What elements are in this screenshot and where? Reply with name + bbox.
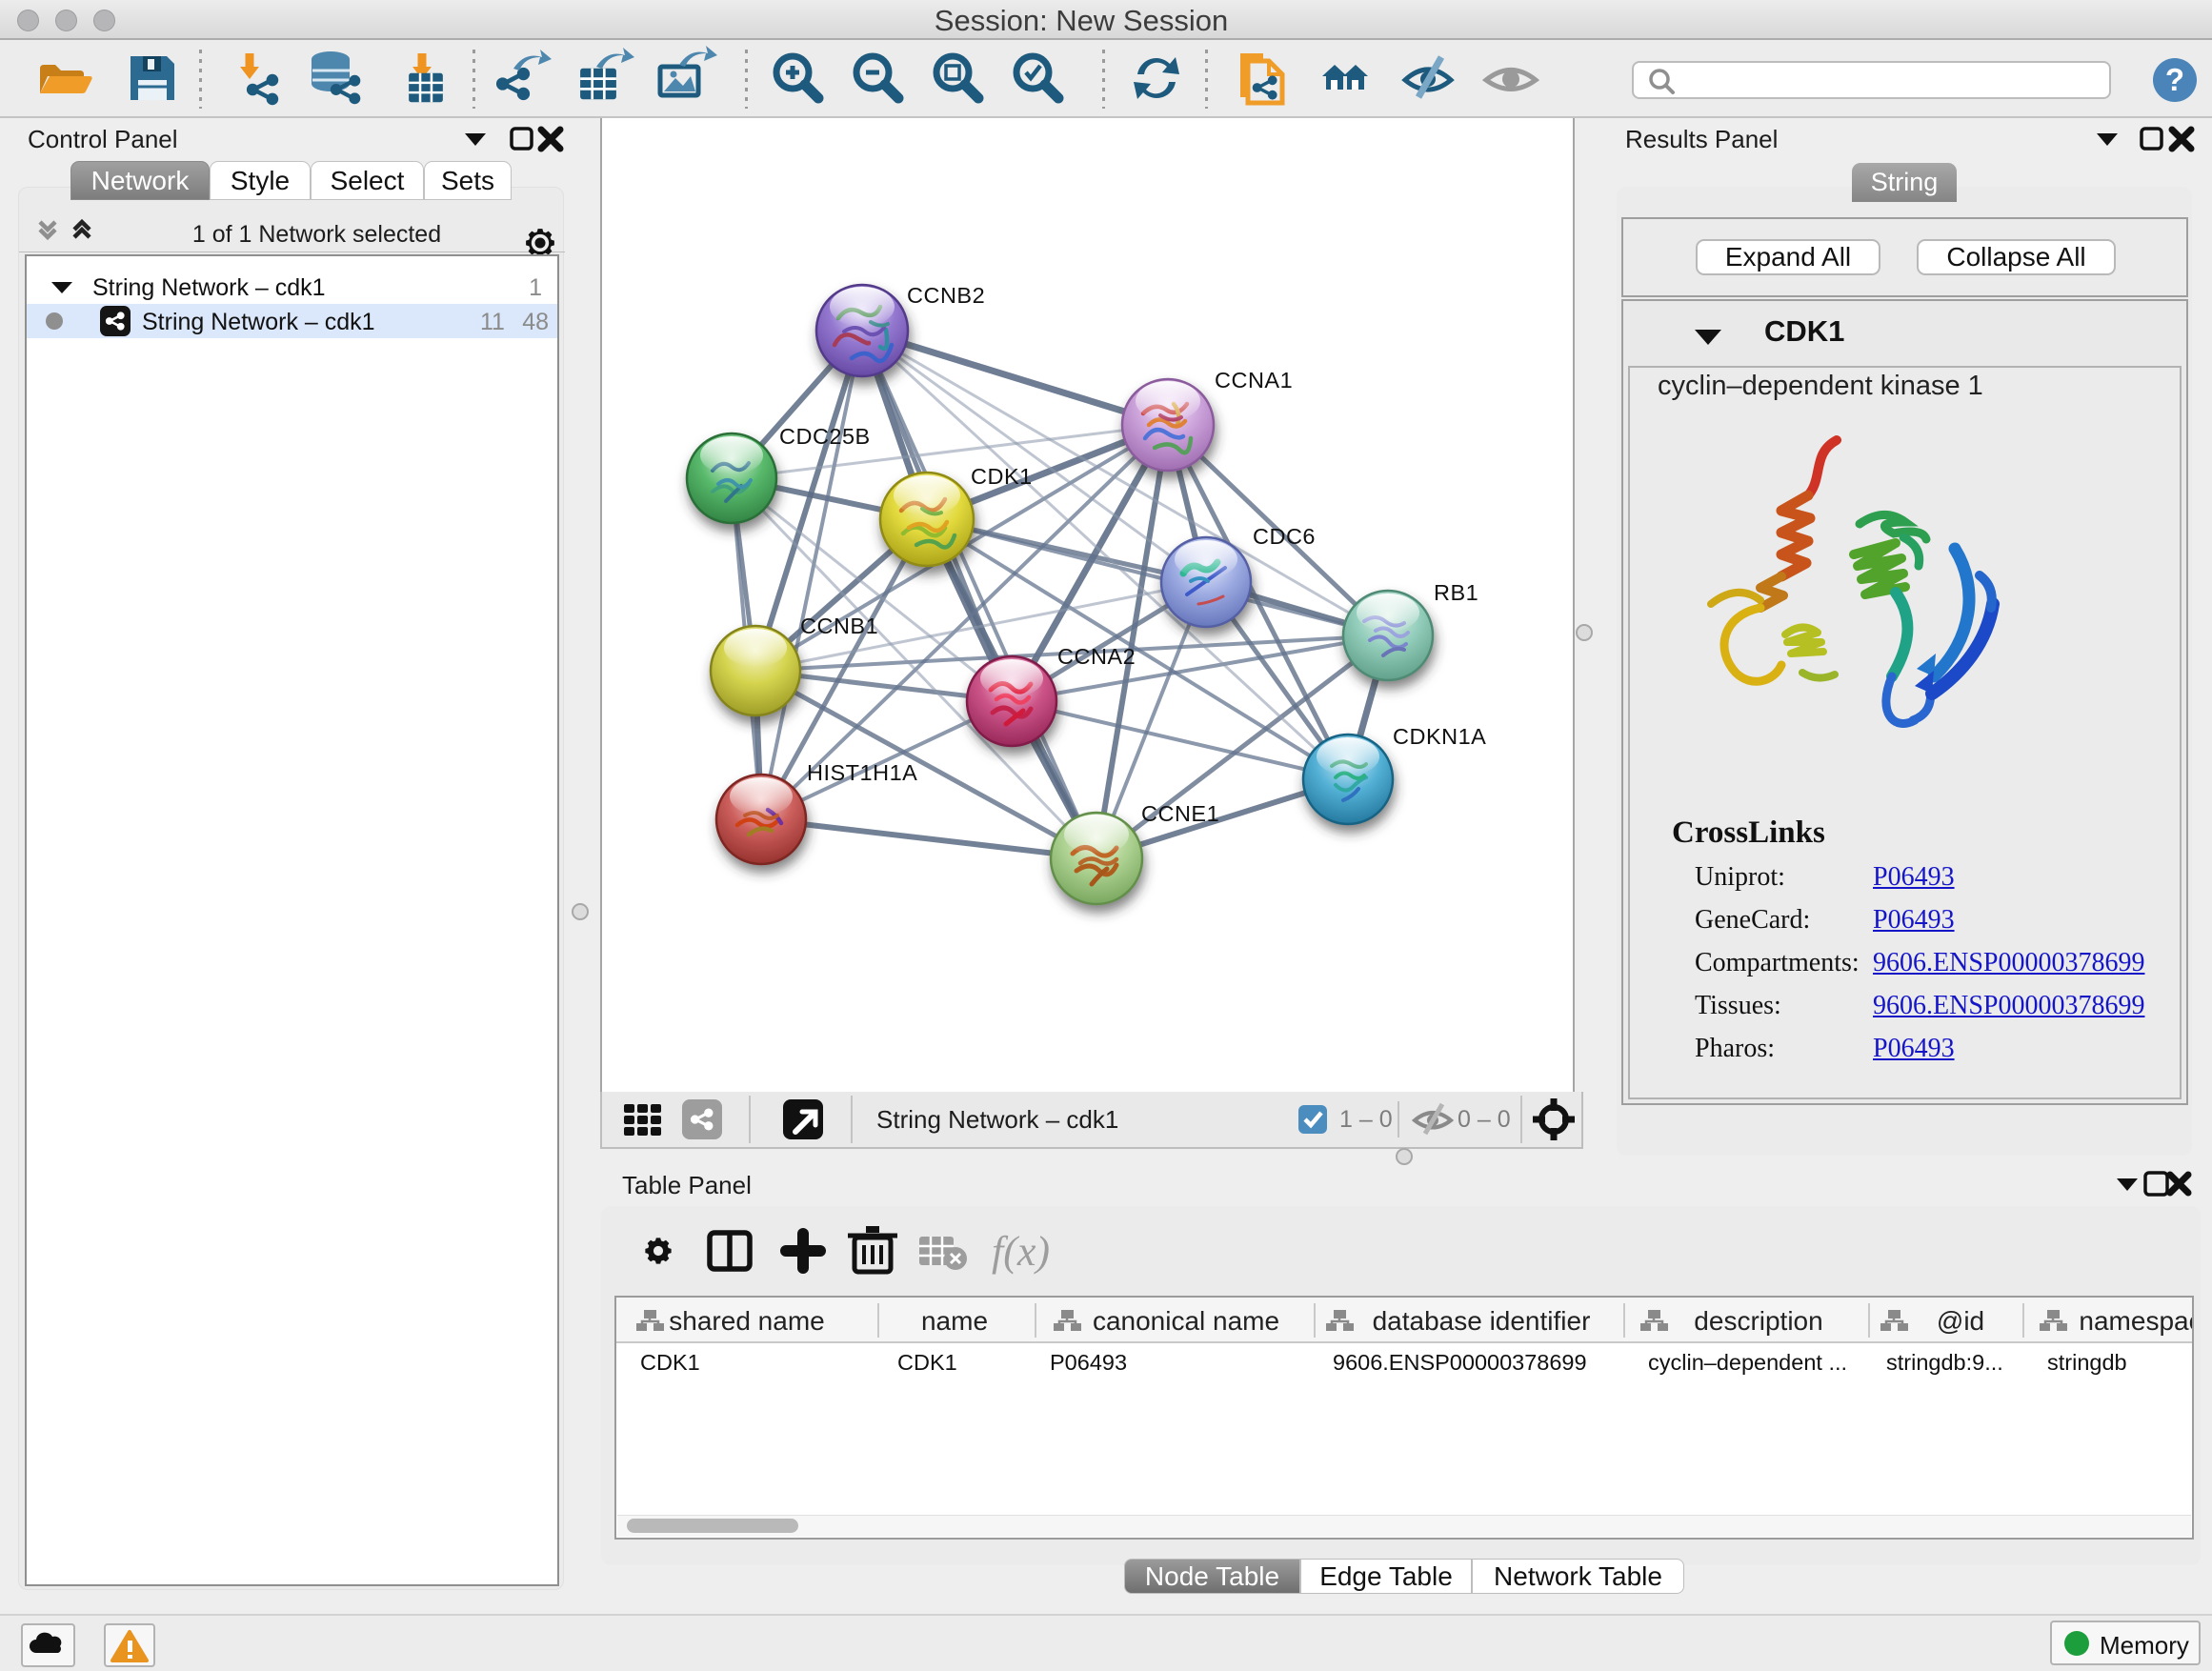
svg-text:stringdb:9...: stringdb:9... [1886,1350,2003,1375]
svg-text:@id: @id [1937,1306,1984,1336]
svg-text:canonical name: canonical name [1093,1306,1279,1336]
svg-text:namespac: namespac [2079,1306,2192,1336]
svg-text:CDC6: CDC6 [1253,524,1316,549]
svg-text:HIST1H1A: HIST1H1A [807,760,917,785]
svg-text:name: name [921,1306,988,1336]
svg-text:?: ? [2165,62,2184,97]
svg-text:9606.ENSP00000378699: 9606.ENSP00000378699 [1333,1350,1587,1375]
svg-text:CDK1: CDK1 [640,1350,700,1375]
svg-text:1 – 0: 1 – 0 [1339,1106,1393,1133]
svg-text:CDK1: CDK1 [971,464,1033,489]
svg-text:P06493: P06493 [1050,1350,1127,1375]
svg-text:shared name: shared name [669,1306,824,1336]
svg-text:String Network – cdk1: String Network – cdk1 [876,1105,1118,1134]
svg-text:RB1: RB1 [1434,580,1478,605]
svg-text:f(x): f(x) [992,1228,1050,1275]
svg-text:CCNA1: CCNA1 [1215,368,1293,393]
svg-text:database identifier: database identifier [1373,1306,1591,1336]
svg-text:cyclin–dependent ...: cyclin–dependent ... [1648,1350,1847,1375]
svg-text:CCNE1: CCNE1 [1141,801,1219,826]
svg-text:CCNA2: CCNA2 [1057,644,1136,669]
svg-text:CDC25B: CDC25B [779,424,871,449]
svg-text:description: description [1694,1306,1822,1336]
svg-text:CCNB1: CCNB1 [800,614,878,638]
svg-text:CCNB2: CCNB2 [907,283,985,308]
svg-text:CDK1: CDK1 [897,1350,957,1375]
svg-text:0 – 0: 0 – 0 [1458,1106,1511,1133]
svg-text:CDKN1A: CDKN1A [1393,724,1486,749]
svg-text:stringdb: stringdb [2047,1350,2127,1375]
